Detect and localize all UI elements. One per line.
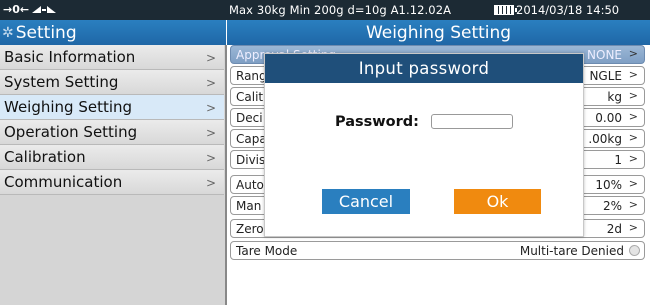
datetime: 2014/03/18 14:50 [516,3,620,17]
setting-label: Deci [236,111,263,125]
chevron-right-icon: > [205,176,216,190]
sidebar-item-label: Weighing Setting [4,98,133,116]
setting-value: .00kg [588,132,622,146]
setting-label: Calit [236,90,264,104]
setting-value: NONE [587,48,622,62]
chevron-right-icon: > [628,131,638,144]
sidebar-item-calibration[interactable]: Calibration > [0,145,224,170]
sidebar-item-basic-information[interactable]: Basic Information > [0,45,224,70]
setting-value: Multi-tare Denied [519,244,624,258]
stable-right-icon [47,6,57,13]
chevron-right-icon: > [205,101,216,115]
password-input[interactable] [431,114,513,129]
setting-value: 10% [595,178,622,192]
stable-left-icon [32,6,42,13]
setting-value: NGLE [589,69,622,83]
chevron-right-icon: > [628,177,638,190]
chevron-right-icon: > [205,51,216,65]
chevron-right-icon: > [628,89,638,102]
sidebar-item-communication[interactable]: Communication > [0,170,224,195]
setting-label: Rang [236,69,267,83]
sidebar-item-system-setting[interactable]: System Setting > [0,70,224,95]
zero-tare-indicator-icon: →0← [3,3,57,16]
stable-bar-icon [42,8,47,11]
setting-value: 1 [614,153,622,167]
ok-button[interactable]: Ok [454,189,541,214]
chevron-right-icon: > [628,152,638,165]
sidebar-item-label: Operation Setting [4,123,138,141]
setting-value: kg [607,90,622,104]
cancel-button[interactable]: Cancel [322,189,410,214]
setting-value: 0.00 [595,111,622,125]
zero-indicator: →0← [3,3,30,16]
setting-label: Capa [236,132,267,146]
setting-label: Zero [236,222,264,236]
chevron-right-icon: > [205,126,216,140]
setting-value: 2d [606,222,622,236]
status-bar: →0← Max 30kg Min 200g d=10g A1.12.02A 20… [0,0,650,20]
sidebar-item-operation-setting[interactable]: Operation Setting > [0,120,224,145]
sidebar-item-weighing-setting[interactable]: Weighing Setting > [0,95,224,120]
chevron-right-icon: > [205,76,216,90]
sidebar-item-label: Calibration [4,148,86,166]
chevron-right-icon: > [628,221,638,234]
page-title: Weighing Setting [227,20,650,45]
setting-label: Auto [236,178,264,192]
chevron-right-icon: > [205,151,216,165]
password-label: Password: [335,114,419,130]
radio-toggle[interactable] [629,245,640,256]
chevron-right-icon: > [628,110,638,123]
chevron-right-icon: > [628,68,638,81]
sidebar: Basic Information > System Setting > Wei… [0,45,226,305]
settings-title: Setting [15,22,77,43]
sidebar-item-label: Basic Information [4,48,136,66]
setting-value: 2% [602,199,622,213]
battery-icon [494,5,517,15]
password-dialog: Input password Password: Cancel Ok [264,53,584,237]
chevron-right-icon: > [628,47,638,60]
setting-row-tare-mode[interactable]: Tare Mode Multi-tare Denied [230,241,645,260]
scale-info: Max 30kg Min 200g d=10g A1.12.02A [229,3,452,17]
sidebar-item-label: Communication [4,173,123,191]
gear-icon: ✲ [2,24,14,41]
chevron-right-icon: > [628,198,638,211]
sidebar-item-label: System Setting [4,73,119,91]
dialog-title: Input password [265,54,583,83]
settings-header: ✲ Setting [0,20,226,45]
setting-label: Divis [236,153,266,167]
setting-label: Tare Mode [236,244,298,258]
setting-label: Man [236,199,262,213]
